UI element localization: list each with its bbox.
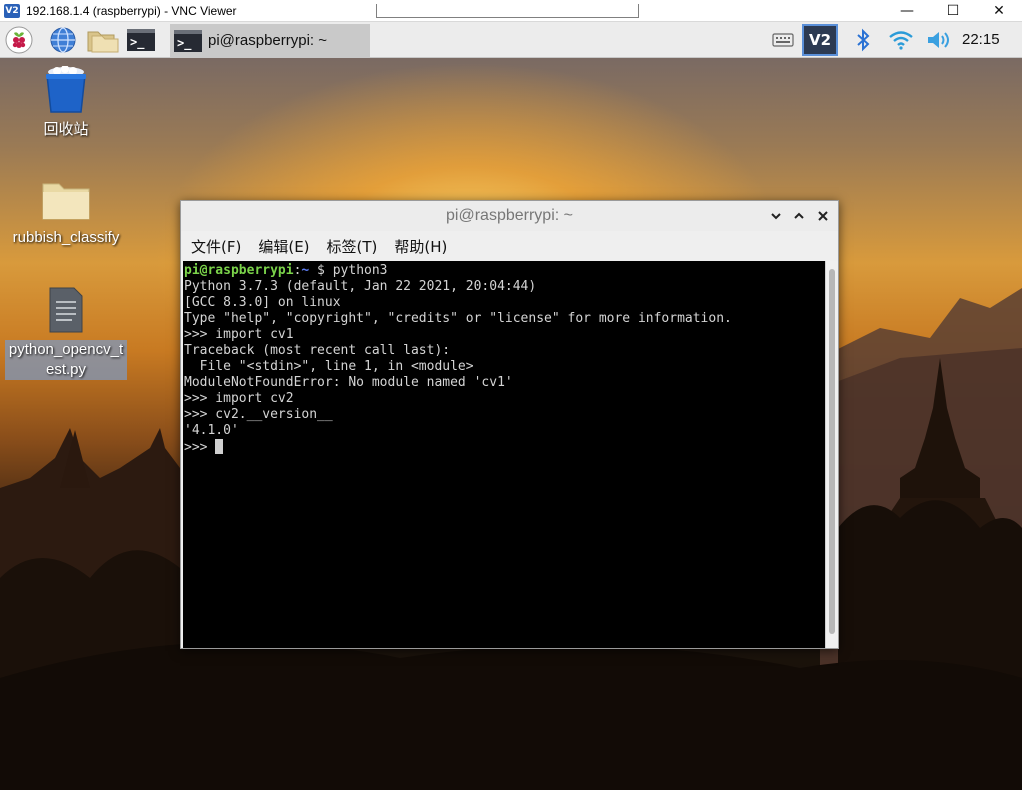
folder-icon xyxy=(42,183,90,220)
terminal-output[interactable]: pi@raspberrypi:~ $ python3 Python 3.7.3 … xyxy=(183,261,825,648)
web-browser-icon[interactable] xyxy=(48,25,78,55)
terminal-menubar: 文件(F) 编辑(E) 标签(T) 帮助(H) xyxy=(181,231,838,261)
python-prompt: >>> xyxy=(184,440,216,455)
trash-icon xyxy=(46,66,86,113)
desktop-item-label: python_opencv_t est.py xyxy=(5,340,127,380)
terminal-line: >>> cv2.__version__ xyxy=(184,407,333,422)
terminal-line: >>> import cv2 xyxy=(184,391,294,406)
text-file-icon xyxy=(49,287,83,333)
terminal-line: Traceback (most recent call last): xyxy=(184,343,451,358)
vnc-maximize-button[interactable]: ☐ xyxy=(930,0,976,22)
taskbar: >_ >_ pi@raspberrypi: ~ V2 22:15 xyxy=(0,22,1022,58)
terminal-icon: >_ xyxy=(174,29,202,52)
scrollbar-thumb[interactable] xyxy=(829,269,835,634)
close-button[interactable] xyxy=(815,208,831,224)
desktop-item-folder[interactable]: rubbish_classify xyxy=(4,178,128,248)
terminal-line: ModuleNotFoundError: No module named 'cv… xyxy=(184,375,513,390)
terminal-scrollbar[interactable] xyxy=(825,261,838,648)
vnc-toolbar-strip[interactable] xyxy=(376,4,639,18)
wifi-icon[interactable] xyxy=(886,25,916,55)
terminal-line: Type "help", "copyright", "credits" or "… xyxy=(184,311,732,326)
vnc-minimize-button[interactable]: — xyxy=(884,0,930,22)
terminal-line: '4.1.0' xyxy=(184,423,239,438)
keyboard-icon[interactable] xyxy=(768,25,798,55)
file-manager-icon[interactable] xyxy=(86,25,120,55)
menu-file[interactable]: 文件(F) xyxy=(191,236,241,257)
desktop-item-label: rubbish_classify xyxy=(12,229,120,246)
prompt-command: $ python3 xyxy=(309,263,388,278)
terminal-launcher-icon[interactable]: >_ xyxy=(126,25,156,55)
terminal-title: pi@raspberrypi: ~ xyxy=(446,207,573,224)
desktop-item-trash[interactable]: 回收站 xyxy=(4,66,128,140)
raspberry-menu-icon[interactable] xyxy=(4,25,34,55)
vnc-window-title: 192.168.1.4 (raspberrypi) - VNC Viewer xyxy=(26,3,237,18)
terminal-window[interactable]: pi@raspberrypi: ~ 文件(F) 编辑(E) 标签(T) 帮助(H… xyxy=(180,200,839,649)
chevron-up-icon xyxy=(794,212,804,219)
minimize-button[interactable] xyxy=(768,208,784,224)
terminal-line: File "<stdin>", line 1, in <module> xyxy=(184,359,474,374)
bluetooth-icon[interactable] xyxy=(848,25,878,55)
menu-edit[interactable]: 编辑(E) xyxy=(258,236,309,257)
terminal-title-bar[interactable]: pi@raspberrypi: ~ xyxy=(181,201,838,231)
terminal-line: [GCC 8.3.0] on linux xyxy=(184,295,341,310)
terminal-line: pi@raspberrypi:~ $ python3 xyxy=(184,263,825,279)
prompt-user: pi@raspberrypi xyxy=(184,263,294,278)
terminal-line: >>> import cv1 xyxy=(184,327,294,342)
desktop-item-label: 回收站 xyxy=(43,121,89,138)
terminal-input-line[interactable]: >>> xyxy=(184,439,825,455)
text-cursor xyxy=(215,439,224,454)
clock[interactable]: 22:15 xyxy=(962,31,1000,48)
vnc-title-bar[interactable]: V2 192.168.1.4 (raspberrypi) - VNC Viewe… xyxy=(0,0,1022,22)
chevron-down-icon xyxy=(771,213,781,220)
volume-icon[interactable] xyxy=(924,25,954,55)
menu-help[interactable]: 帮助(H) xyxy=(394,236,447,257)
vnc-server-icon[interactable]: V2 xyxy=(802,24,838,56)
task-label: pi@raspberrypi: ~ xyxy=(208,32,328,49)
menu-tabs[interactable]: 标签(T) xyxy=(327,236,378,257)
close-icon xyxy=(818,211,828,221)
vnc-close-button[interactable]: ✕ xyxy=(976,0,1022,22)
maximize-button[interactable] xyxy=(791,208,807,224)
terminal-line: Python 3.7.3 (default, Jan 22 2021, 20:0… xyxy=(184,279,537,294)
vnc-logo-icon: V2 xyxy=(4,3,20,18)
desktop-item-python-file[interactable]: python_opencv_t est.py xyxy=(4,286,128,380)
taskbar-task-terminal[interactable]: >_ pi@raspberrypi: ~ xyxy=(170,24,370,57)
